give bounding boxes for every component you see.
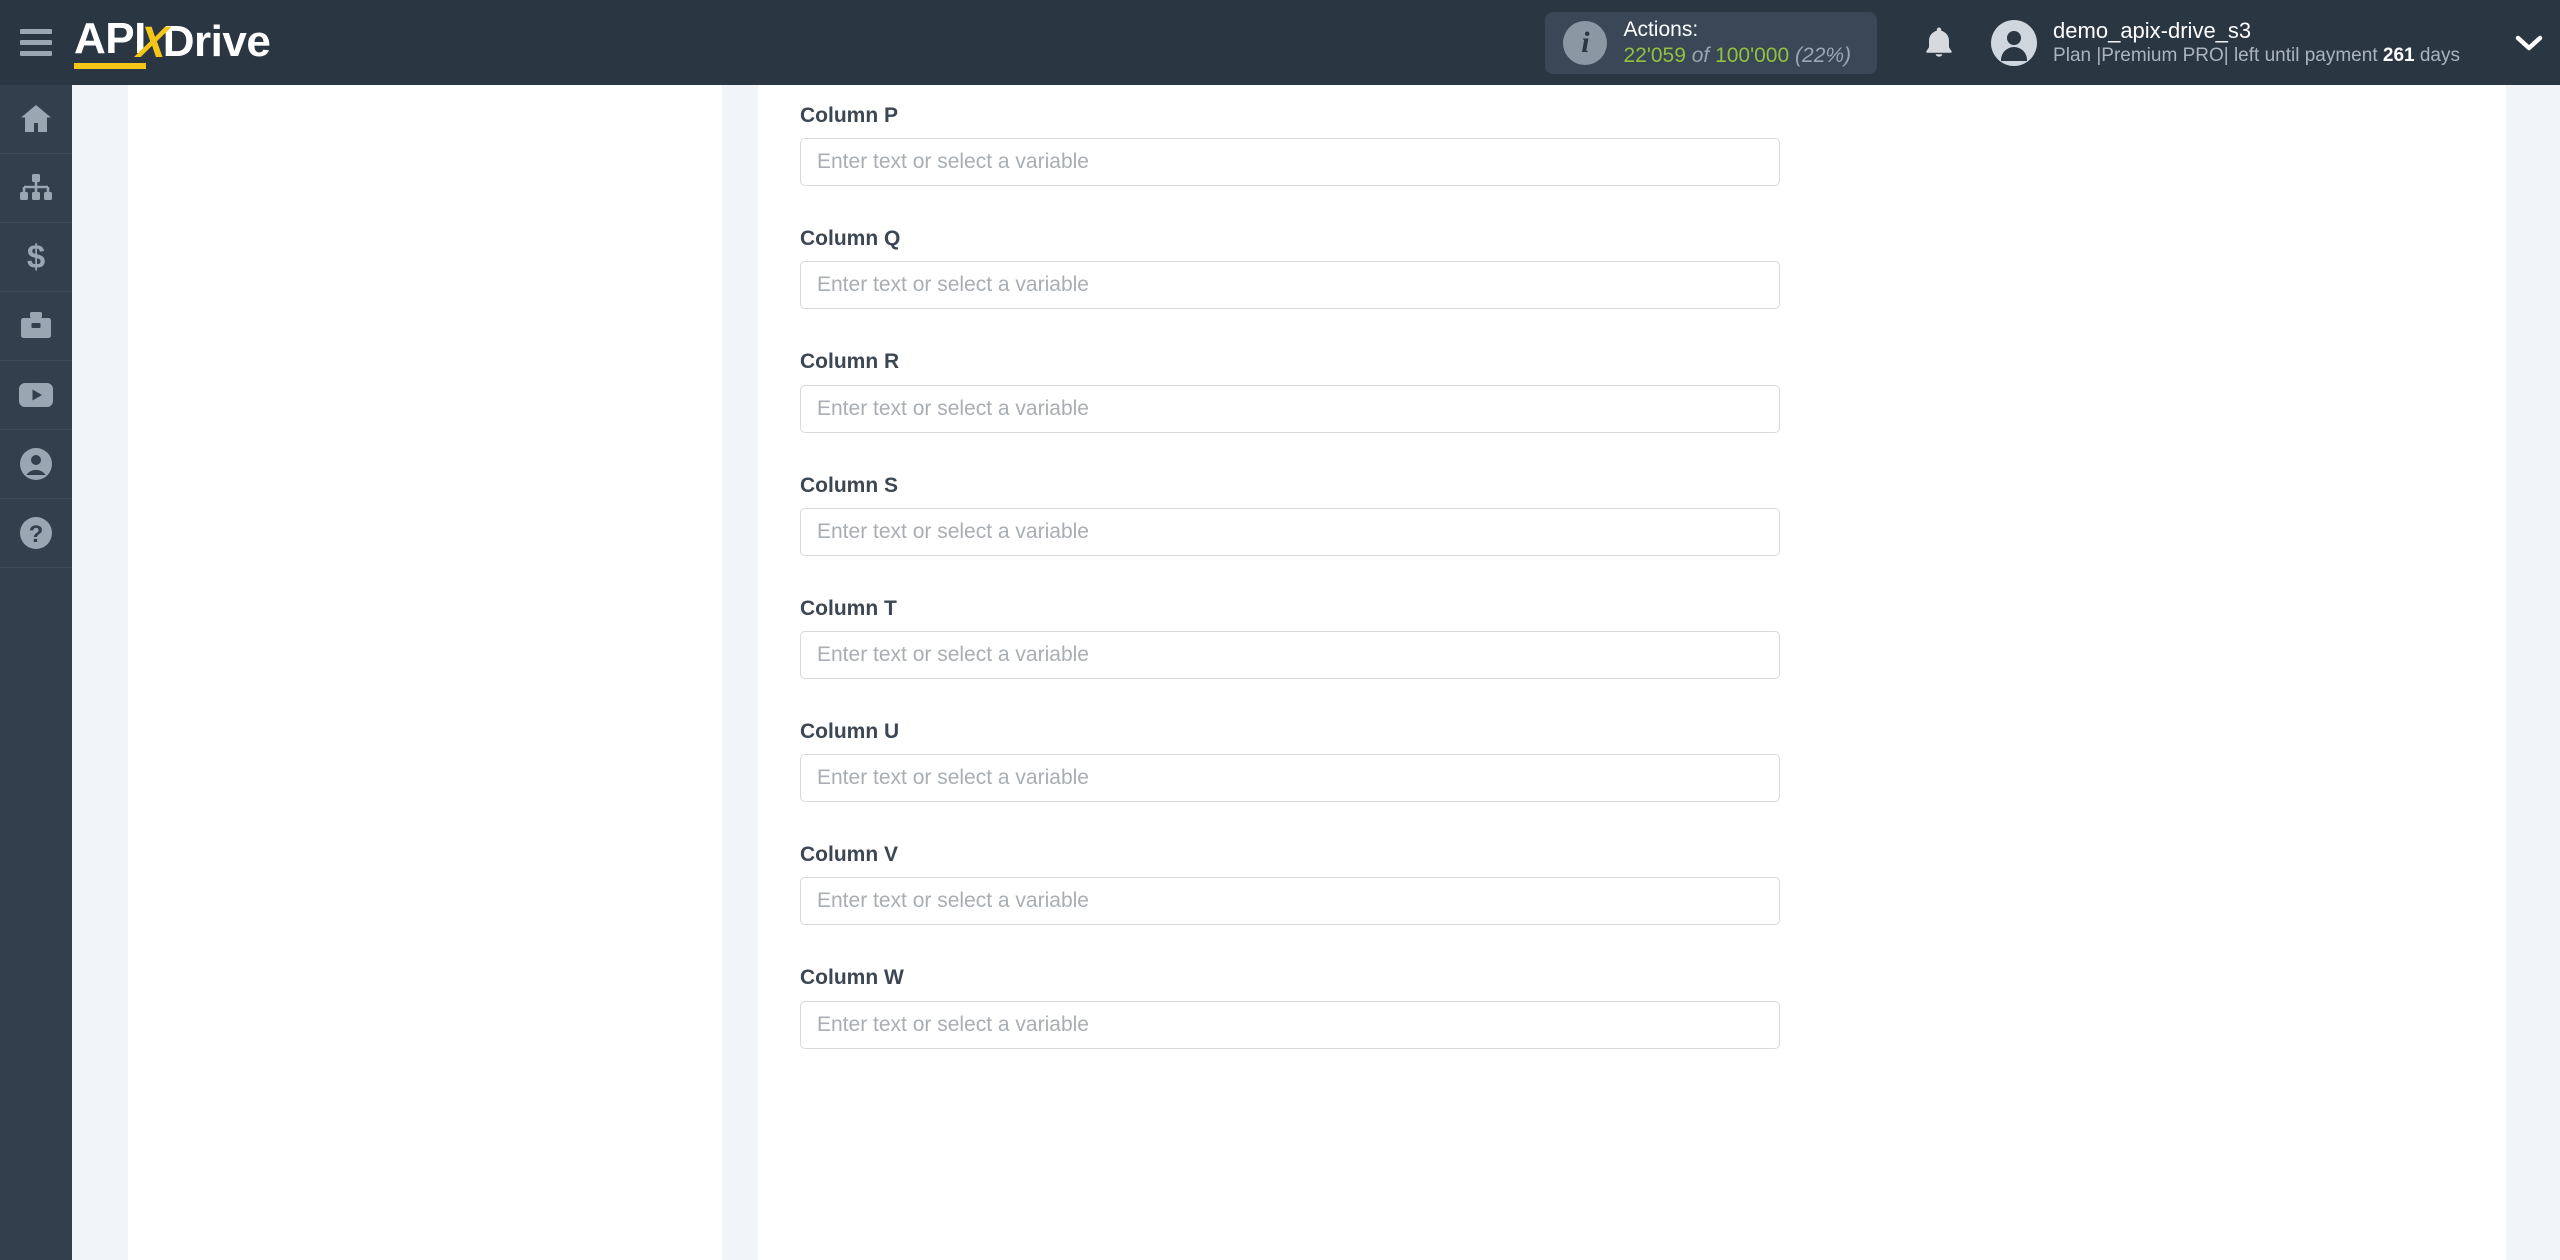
sidebar-item-account[interactable] (0, 430, 72, 499)
field-input[interactable] (800, 261, 1780, 310)
user-circle-icon (20, 448, 52, 480)
actions-percent: (22%) (1795, 43, 1852, 67)
actions-of-label: of (1691, 43, 1710, 67)
sidebar-item-home[interactable] (0, 85, 72, 154)
actions-counter-badge[interactable]: i Actions: 22'059 of 100'000 (22%) (1545, 11, 1878, 74)
avatar-head (2007, 30, 2022, 45)
form-field: Column R (800, 331, 1780, 433)
avatar-body (2001, 46, 2028, 61)
form-field: Column W (800, 947, 1780, 1049)
user-info: demo_apix-drive_s3 Plan |Premium PRO| le… (2053, 17, 2460, 68)
field-input[interactable] (800, 754, 1780, 803)
field-input[interactable] (800, 138, 1780, 187)
form-field: Column S (800, 455, 1780, 556)
field-label: Column P (800, 104, 898, 127)
left-sidebar: $ ? (0, 85, 72, 1260)
user-account-menu[interactable]: demo_apix-drive_s3 Plan |Premium PRO| le… (1991, 17, 2466, 68)
field-label: Column S (800, 473, 898, 497)
field-label: Column T (800, 596, 897, 620)
actions-counter-title: Actions: (1623, 17, 1699, 41)
field-input[interactable] (800, 877, 1780, 926)
field-label: Column R (800, 350, 900, 374)
user-avatar-icon (1991, 19, 2038, 66)
bell-icon[interactable] (1911, 15, 1967, 71)
user-name: demo_apix-drive_s3 (2053, 17, 2252, 43)
hamburger-bar (20, 29, 52, 34)
logo-text-drive: Drive (162, 16, 271, 66)
hamburger-bar (20, 51, 52, 56)
youtube-icon (19, 383, 53, 407)
sidebar-item-videos[interactable] (0, 361, 72, 430)
user-plan-info: Plan |Premium PRO| left until payment 26… (2053, 44, 2460, 68)
header-right-group: i Actions: 22'059 of 100'000 (22%) demo_… (1545, 0, 2560, 85)
actions-total: 100'000 (1715, 43, 1790, 67)
plan-prefix: Plan |Premium PRO| left until payment (2053, 45, 2383, 67)
question-circle-icon: ? (20, 517, 52, 549)
logo-text-x: X (134, 17, 171, 67)
info-icon: i (1563, 20, 1608, 65)
column-mapping-form: Column P Column Q Column R Column S Column T… (800, 85, 1780, 1049)
field-label: Column U (800, 719, 900, 743)
field-label: Column V (800, 843, 898, 867)
field-label: Column Q (800, 227, 901, 251)
actions-used: 22'059 (1623, 43, 1686, 67)
svg-text:?: ? (29, 521, 44, 548)
actions-counter-values: 22'059 of 100'000 (22%) (1623, 43, 1851, 69)
hamburger-menu-icon[interactable] (0, 0, 72, 85)
sidebar-item-billing[interactable]: $ (0, 223, 72, 292)
plan-days: 261 (2382, 45, 2415, 67)
hamburger-bar (20, 40, 52, 45)
form-field: Column V (800, 824, 1780, 926)
field-input[interactable] (800, 507, 1780, 556)
sidebar-item-help[interactable]: ? (0, 499, 72, 568)
home-icon (21, 105, 51, 132)
field-input[interactable] (800, 630, 1780, 679)
chevron-down-icon[interactable] (2514, 33, 2544, 53)
svg-text:$: $ (27, 240, 45, 274)
app-header: API X Drive i Actions: 22'059 of 100'000… (0, 0, 2560, 85)
plan-suffix: days (2414, 45, 2460, 67)
field-input[interactable] (800, 384, 1780, 433)
form-field: Column Q (800, 208, 1780, 310)
actions-counter-text: Actions: 22'059 of 100'000 (22%) (1623, 17, 1851, 68)
field-label: Column W (800, 966, 904, 990)
briefcase-icon (21, 312, 51, 338)
sitemap-icon (20, 174, 52, 200)
dollar-icon: $ (27, 240, 45, 274)
sidebar-item-business[interactable] (0, 292, 72, 361)
form-field: Column P (800, 85, 1780, 187)
sidebar-item-connections[interactable] (0, 154, 72, 223)
left-side-panel (128, 85, 722, 1260)
form-field: Column U (800, 701, 1780, 803)
field-input[interactable] (800, 1000, 1780, 1049)
app-logo[interactable]: API X Drive (74, 16, 271, 69)
form-field: Column T (800, 578, 1780, 679)
